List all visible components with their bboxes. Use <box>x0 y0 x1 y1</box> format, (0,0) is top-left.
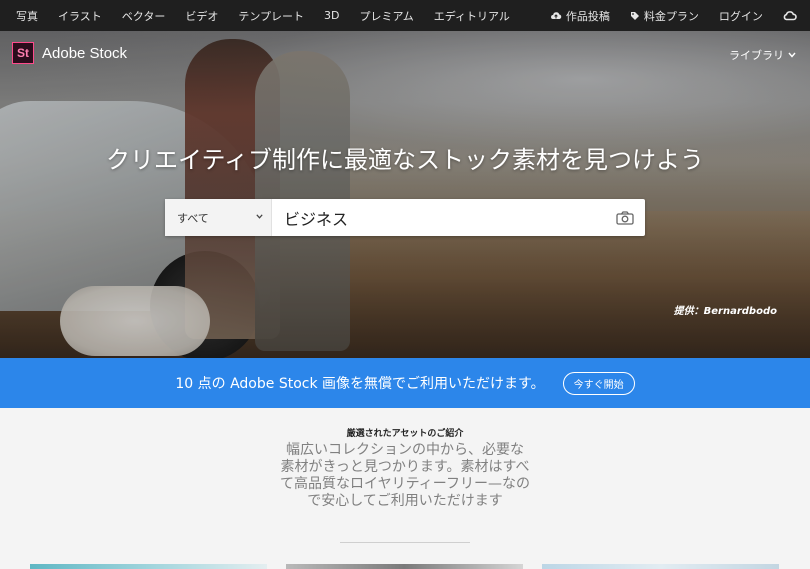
nav-vectors[interactable]: ベクター <box>122 8 166 24</box>
start-now-button[interactable]: 今すぐ開始 <box>562 371 635 395</box>
creative-cloud-icon <box>783 10 797 20</box>
adobe-stock-logo: St <box>12 42 34 64</box>
banner-message: 10 点の Adobe Stock 画像を無償でご利用いただけます。 <box>175 376 545 392</box>
nav-illustrations[interactable]: イラスト <box>58 8 102 24</box>
featured-description: 幅広いコレクションの中から、必要な素材がきっと見つかります。素材はすべて高品質な… <box>280 442 530 509</box>
login-label: ログイン <box>718 9 763 23</box>
library-menu[interactable]: ライブラリ <box>729 47 796 63</box>
nav-3d[interactable]: 3D <box>324 9 339 22</box>
chevron-down-icon <box>788 52 796 58</box>
nav-editorial[interactable]: エディトリアル <box>434 8 510 24</box>
upload-label: 作品投稿 <box>565 9 610 23</box>
hero-headline: クリエイティブ制作に最適なストック素材を見つけよう <box>105 146 705 174</box>
brand-name: Adobe Stock <box>42 44 128 62</box>
login-link[interactable]: ログイン <box>719 8 763 24</box>
upload-link[interactable]: 作品投稿 <box>550 8 610 24</box>
featured-thumbnail[interactable] <box>30 564 267 569</box>
pricing-link[interactable]: 料金プラン <box>630 8 699 24</box>
search-bar: すべて <box>165 199 645 236</box>
divider <box>340 542 470 543</box>
photo-credit: 提供：Bernardbodo <box>673 306 777 317</box>
pricing-label: 料金プラン <box>643 9 699 23</box>
featured-thumbnail[interactable] <box>286 564 523 569</box>
search-category-value: すべて <box>177 211 209 225</box>
nav-premium[interactable]: プレミアム <box>359 8 413 24</box>
featured-thumbnail[interactable] <box>542 564 779 569</box>
top-nav: 写真 イラスト ベクター ビデオ テンプレート 3D プレミアム エディトリアル… <box>0 0 810 31</box>
free-trial-banner: 10 点の Adobe Stock 画像を無償でご利用いただけます。 今すぐ開始 <box>0 358 810 408</box>
search-category-select[interactable]: すべて <box>165 199 272 236</box>
hero: St Adobe Stock ライブラリ クリエイティブ制作に最適なストック素材… <box>0 31 810 358</box>
category-nav: 写真 イラスト ベクター ビデオ テンプレート 3D プレミアム エディトリアル <box>0 0 530 31</box>
featured-title: 厳選されたアセットのご紹介 <box>346 429 464 439</box>
nav-videos[interactable]: ビデオ <box>185 8 218 24</box>
nav-photos[interactable]: 写真 <box>16 8 38 24</box>
library-label: ライブラリ <box>729 49 784 62</box>
account-nav: 作品投稿 料金プラン ログイン <box>530 0 810 31</box>
search-input[interactable] <box>272 199 605 236</box>
brand[interactable]: St Adobe Stock <box>12 42 127 64</box>
cloud-upload-icon <box>550 11 562 19</box>
tag-icon <box>630 11 639 20</box>
nav-templates[interactable]: テンプレート <box>238 8 304 24</box>
featured-section: 厳選されたアセットのご紹介 幅広いコレクションの中から、必要な素材がきっと見つか… <box>0 408 810 569</box>
visual-search-button[interactable] <box>605 199 645 236</box>
chevron-down-icon <box>256 214 263 219</box>
camera-icon <box>616 210 634 225</box>
creative-cloud-button[interactable] <box>783 10 801 22</box>
